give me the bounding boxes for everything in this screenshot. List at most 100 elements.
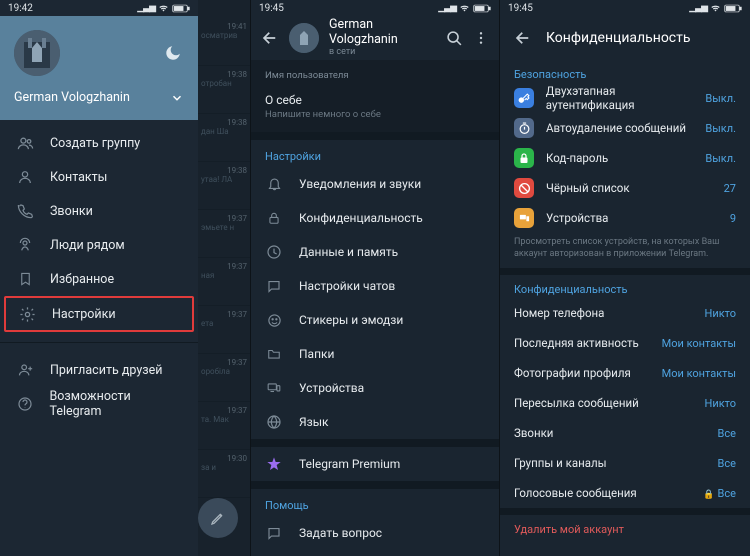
security-section-header: Безопасность bbox=[500, 60, 750, 83]
menu-label: Контакты bbox=[50, 170, 107, 185]
settings-header: German Vologzhanin в сети bbox=[251, 16, 499, 60]
invite-icon bbox=[16, 362, 34, 378]
compose-fab[interactable] bbox=[198, 498, 238, 538]
menu-item-phone[interactable]: Звонки bbox=[0, 194, 198, 228]
privacy-row[interactable]: Номер телефонаНикто bbox=[500, 298, 750, 328]
battery-icon bbox=[473, 4, 491, 13]
setting-label: Настройки чатов bbox=[299, 279, 395, 293]
help-help[interactable]: Вопросы о Telegram bbox=[251, 550, 499, 556]
devices-icon bbox=[265, 381, 283, 395]
drawer-menu: Создать группу Контакты Звонки Люди рядом Из… bbox=[0, 120, 198, 338]
security-icon bbox=[514, 118, 534, 138]
gear-icon bbox=[18, 306, 36, 323]
security-row[interactable]: Код-пароль Выкл. bbox=[500, 143, 750, 173]
section-gap bbox=[251, 439, 499, 447]
security-label: Код-пароль bbox=[546, 151, 608, 165]
setting-label: Папки bbox=[299, 347, 334, 361]
setting-label: Стикеры и эмодзи bbox=[299, 313, 403, 327]
phone-icon bbox=[16, 203, 34, 219]
privacy-value: Мои контакты bbox=[662, 367, 736, 380]
back-icon[interactable] bbox=[261, 29, 279, 47]
about-title: О себе bbox=[265, 93, 485, 107]
help-icon bbox=[16, 396, 34, 412]
bookmark-icon bbox=[16, 271, 34, 287]
security-value: 9 bbox=[730, 212, 736, 225]
premium-row[interactable]: Telegram Premium bbox=[251, 447, 499, 481]
privacy-value: Никто bbox=[705, 397, 736, 410]
drawer-menu-secondary: Пригласить друзейВозможности Telegram bbox=[0, 347, 198, 427]
menu-item-help[interactable]: Возможности Telegram bbox=[0, 387, 198, 421]
account-switcher[interactable] bbox=[170, 91, 184, 105]
security-list: Двухэтапная аутентификацияВыкл.Автоудале… bbox=[500, 83, 750, 233]
more-icon[interactable] bbox=[473, 30, 489, 46]
privacy-row[interactable]: Последняя активность Мои контакты bbox=[500, 328, 750, 358]
privacy-label: Группы и каналы bbox=[514, 456, 607, 470]
about-section[interactable]: Имя пользователя О себе Напишите немного… bbox=[251, 60, 499, 132]
menu-item-nearby[interactable]: Люди рядом bbox=[0, 228, 198, 262]
section-gap bbox=[251, 481, 499, 489]
privacy-label: Последняя активность bbox=[514, 336, 639, 350]
privacy-header: Конфиденциальность bbox=[500, 16, 750, 60]
delete-account-header[interactable]: Удалить мой аккаунт bbox=[500, 515, 750, 538]
setting-bell[interactable]: Уведомления и звуки bbox=[251, 167, 499, 201]
clock: 19:45 bbox=[259, 3, 284, 14]
security-value: Выкл. bbox=[705, 152, 736, 165]
back-icon[interactable] bbox=[514, 29, 532, 47]
star-icon bbox=[265, 456, 283, 472]
lock-icon: 🔒 bbox=[703, 490, 714, 500]
setting-label: Устройства bbox=[299, 381, 364, 395]
drawer-header: German Vologzhanin bbox=[0, 16, 198, 120]
wifi-icon bbox=[459, 4, 470, 13]
menu-label: Люди рядом bbox=[50, 238, 125, 253]
security-icon bbox=[514, 208, 534, 228]
bell-icon bbox=[265, 176, 283, 192]
premium-label: Telegram Premium bbox=[299, 457, 400, 471]
menu-item-gear[interactable]: Настройки bbox=[4, 296, 194, 332]
security-label: Двухэтапная аутентификация bbox=[546, 84, 706, 112]
avatar[interactable] bbox=[289, 23, 319, 53]
security-icon bbox=[514, 178, 534, 198]
security-row[interactable]: Устройства9 bbox=[500, 203, 750, 233]
help-list: Задать вопросВопросы о TelegramПолитика … bbox=[251, 516, 499, 556]
signal-icon: ▁▃▅ bbox=[137, 3, 155, 13]
profile-status: в сети bbox=[329, 47, 436, 57]
globe-icon bbox=[265, 414, 283, 430]
setting-globe[interactable]: Язык bbox=[251, 405, 499, 439]
menu-item-invite[interactable]: Пригласить друзей bbox=[0, 353, 198, 387]
privacy-label: Фотографии профиля bbox=[514, 366, 631, 380]
security-row[interactable]: Автоудаление сообщенийВыкл. bbox=[500, 113, 750, 143]
privacy-row[interactable]: Пересылка сообщенийНикто bbox=[500, 388, 750, 418]
privacy-value: Мои контакты bbox=[662, 337, 736, 350]
night-mode-icon[interactable] bbox=[164, 44, 182, 62]
menu-item-group[interactable]: Создать группу bbox=[0, 126, 198, 160]
search-icon[interactable] bbox=[446, 30, 463, 47]
section-gap bbox=[500, 268, 750, 275]
nearby-icon bbox=[16, 237, 34, 253]
avatar[interactable] bbox=[14, 30, 60, 76]
privacy-panel: 19:45 ▁▃▅ Конфиденциальность Безопасност… bbox=[500, 0, 750, 556]
status-bar: 19:45 ▁▃▅ bbox=[251, 0, 499, 16]
setting-devices[interactable]: Устройства bbox=[251, 371, 499, 405]
devices-note: Просмотреть список устройств, на которых… bbox=[500, 233, 750, 268]
setting-sticker[interactable]: Стикеры и эмодзи bbox=[251, 303, 499, 337]
battery-icon bbox=[172, 4, 190, 13]
privacy-row[interactable]: Группы и каналыВсе bbox=[500, 448, 750, 478]
privacy-row[interactable]: Фотографии профиля Мои контакты bbox=[500, 358, 750, 388]
help-section-header: Помощь bbox=[251, 489, 499, 516]
status-bar: 19:42 ▁▃▅ bbox=[0, 0, 198, 16]
security-row[interactable]: Двухэтапная аутентификацияВыкл. bbox=[500, 83, 750, 113]
help-chat[interactable]: Задать вопрос bbox=[251, 516, 499, 550]
privacy-row[interactable]: Голосовые сообщения🔒Все bbox=[500, 478, 750, 508]
help-label: Задать вопрос bbox=[299, 526, 382, 540]
security-label: Чёрный список bbox=[546, 181, 630, 195]
setting-chat[interactable]: Настройки чатов bbox=[251, 269, 499, 303]
setting-data[interactable]: Данные и память bbox=[251, 235, 499, 269]
menu-item-bookmark[interactable]: Избранное bbox=[0, 262, 198, 296]
folder-icon bbox=[265, 347, 283, 361]
privacy-row[interactable]: ЗвонкиВсе bbox=[500, 418, 750, 448]
setting-folder[interactable]: Папки bbox=[251, 337, 499, 371]
security-row[interactable]: Чёрный список27 bbox=[500, 173, 750, 203]
setting-lock[interactable]: Конфиденциальность bbox=[251, 201, 499, 235]
menu-item-person[interactable]: Контакты bbox=[0, 160, 198, 194]
menu-label: Возможности Telegram bbox=[50, 389, 183, 419]
